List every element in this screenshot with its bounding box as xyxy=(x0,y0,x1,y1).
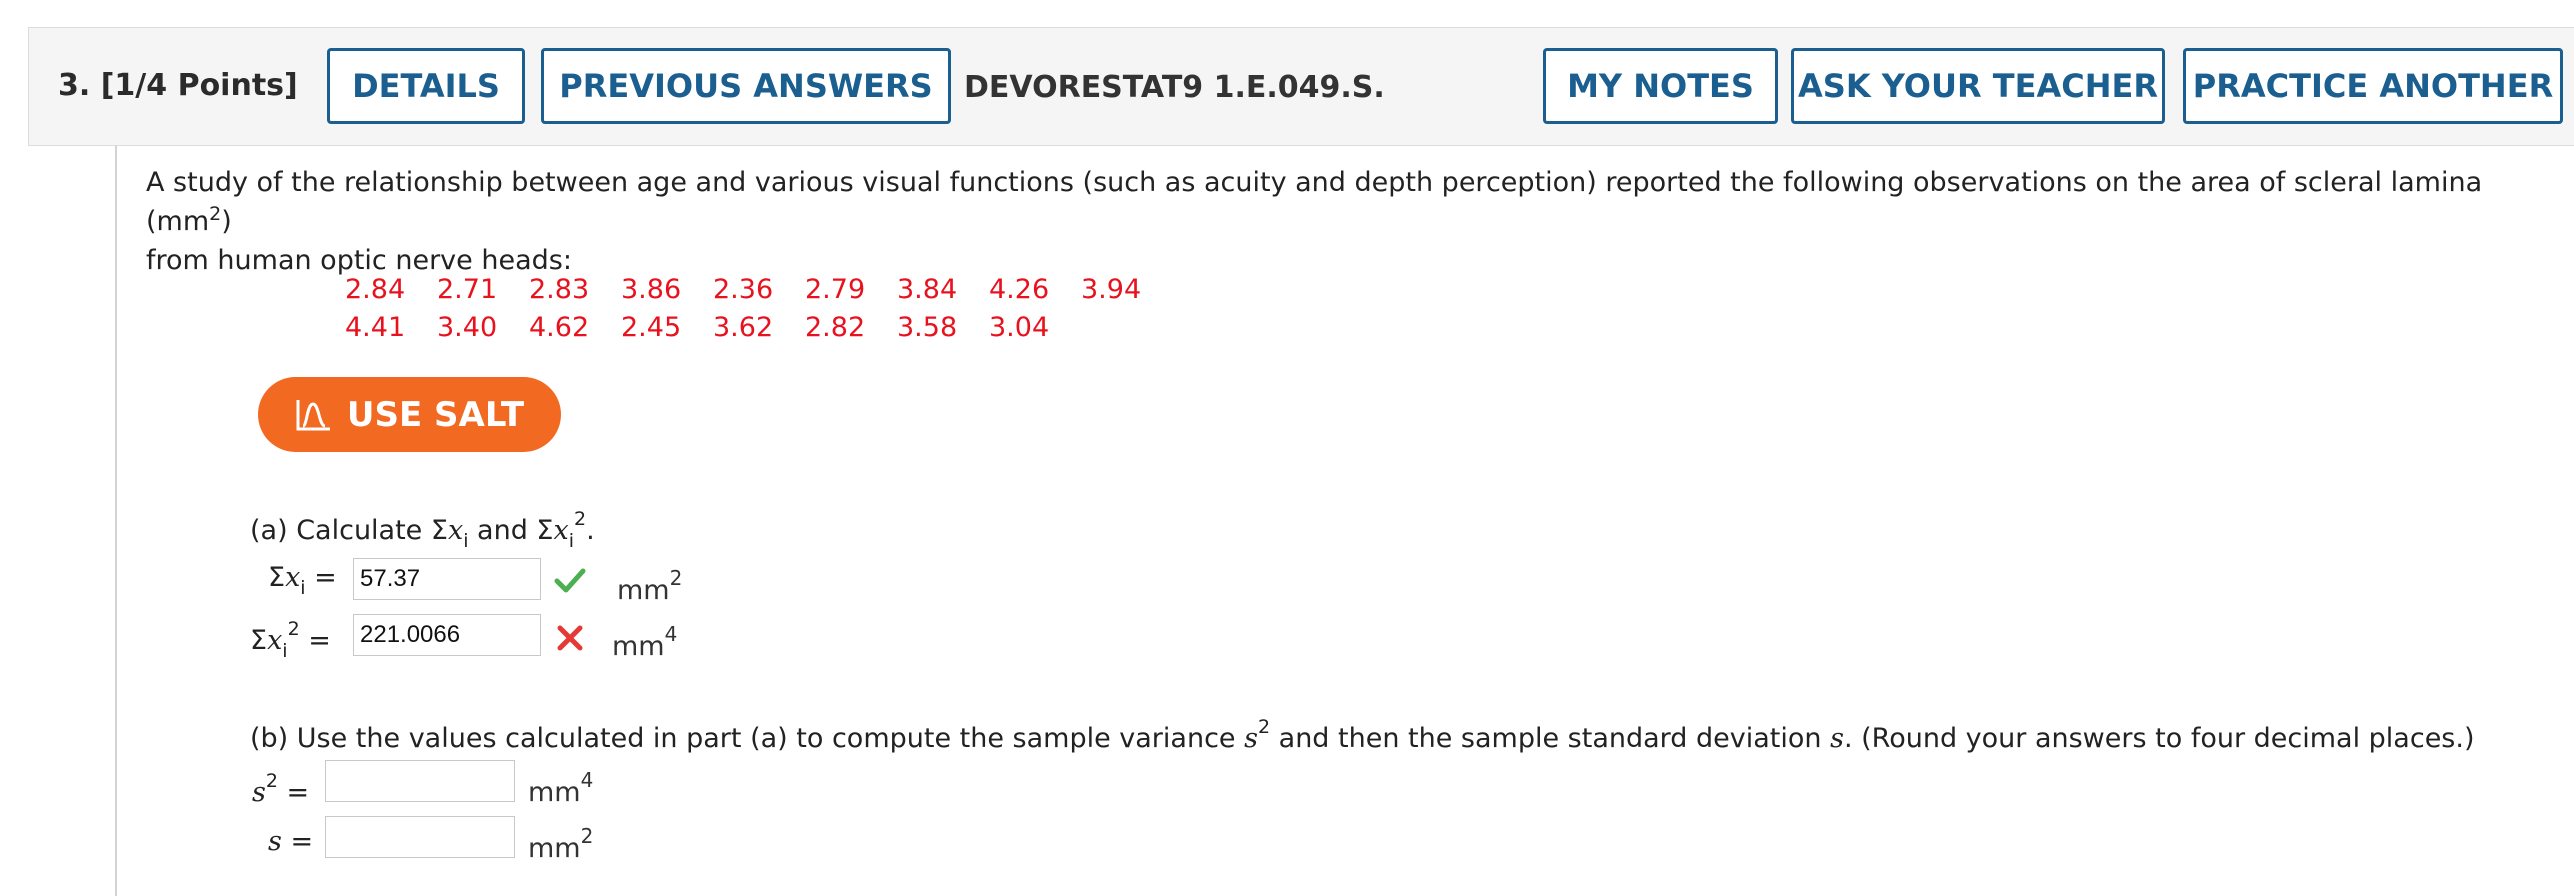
use-salt-label: USE SALT xyxy=(346,394,525,435)
sum-x-unit: mm2 xyxy=(617,566,683,606)
data-value: 2.36 xyxy=(713,274,774,305)
part-b-prompt: (b) Use the values calculated in part (a… xyxy=(250,716,2475,754)
data-value: 2.79 xyxy=(805,274,866,305)
my-notes-button[interactable]: MY NOTES xyxy=(1543,48,1778,124)
data-value: 2.45 xyxy=(621,312,682,343)
part-a-prompt: (a) Calculate Σxi and Σxi2. xyxy=(250,508,595,552)
data-value: 4.41 xyxy=(345,312,406,343)
data-value: 3.40 xyxy=(437,312,498,343)
s-label: s = xyxy=(268,826,314,857)
question-header: 3. [1/4 Points] DETAILS PREVIOUS ANSWERS… xyxy=(28,27,2574,146)
data-value: 2.71 xyxy=(437,274,498,305)
data-value: 3.84 xyxy=(897,274,958,305)
data-value: 3.86 xyxy=(621,274,682,305)
assignment-id: DEVORESTAT9 1.E.049.S. xyxy=(964,70,1385,105)
incorrect-x-icon xyxy=(557,625,583,651)
correct-check-icon xyxy=(554,568,586,593)
data-row-1: 2.84 2.71 2.83 3.86 2.36 2.79 3.84 4.26 3.94 xyxy=(345,274,1173,312)
s2-input[interactable] xyxy=(325,760,515,802)
sum-x-input[interactable]: 57.37 xyxy=(353,558,541,600)
data-value: 3.04 xyxy=(989,312,1050,343)
question-number: 3. [1/4 Points] xyxy=(58,68,298,103)
data-value: 4.26 xyxy=(989,274,1050,305)
practice-another-button[interactable]: PRACTICE ANOTHER xyxy=(2183,48,2563,124)
data-row-2: 4.41 3.40 4.62 2.45 3.62 2.82 3.58 3.04 xyxy=(345,312,1173,350)
content-left-rule xyxy=(115,146,117,896)
sum-x2-label: Σxi2 = xyxy=(250,618,331,662)
use-salt-button[interactable]: USE SALT xyxy=(258,377,561,452)
data-value: 3.94 xyxy=(1081,274,1142,305)
data-value: 3.62 xyxy=(713,312,774,343)
s-unit: mm2 xyxy=(528,824,594,864)
previous-answers-button[interactable]: PREVIOUS ANSWERS xyxy=(541,48,951,124)
data-value: 3.58 xyxy=(897,312,958,343)
ask-your-teacher-button[interactable]: ASK YOUR TEACHER xyxy=(1791,48,2165,124)
s-input[interactable] xyxy=(325,816,515,858)
details-button[interactable]: DETAILS xyxy=(327,48,525,124)
s2-unit: mm4 xyxy=(528,768,594,808)
data-values: 2.84 2.71 2.83 3.86 2.36 2.79 3.84 4.26 3.94 4.4… xyxy=(345,274,1173,350)
salt-chart-icon xyxy=(296,399,330,430)
data-value: 4.62 xyxy=(529,312,590,343)
data-value: 2.83 xyxy=(529,274,590,305)
sum-x-label: Σxi = xyxy=(268,562,337,599)
sum-x2-unit: mm4 xyxy=(612,622,678,662)
data-value: 2.84 xyxy=(345,274,406,305)
s2-label: s2 = xyxy=(252,770,310,808)
data-value: 2.82 xyxy=(805,312,866,343)
problem-intro: A study of the relationship between age … xyxy=(146,167,2483,276)
sum-x2-input[interactable]: 221.0066 xyxy=(353,614,541,656)
